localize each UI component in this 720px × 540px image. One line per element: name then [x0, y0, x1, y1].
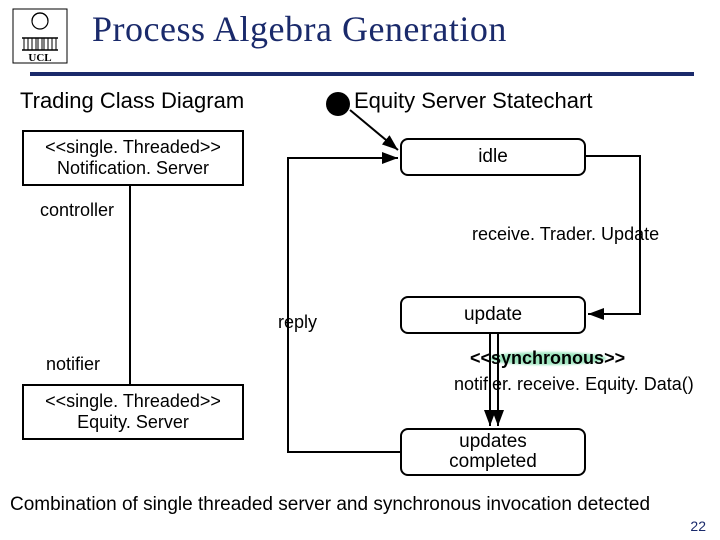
- state-updates-completed: updates completed: [400, 428, 586, 476]
- initial-state-dot: [326, 92, 350, 116]
- class-name: Equity. Server: [77, 412, 189, 433]
- logo-text: UCL: [28, 52, 51, 64]
- right-diagram-title: Equity Server Statechart: [354, 88, 592, 114]
- class-name: Notification. Server: [57, 158, 209, 179]
- title-rule: [30, 72, 694, 76]
- class-equity-server: <<single. Threaded>> Equity. Server: [22, 384, 244, 440]
- transition-receive-trader-update-label: receive. Trader. Update: [472, 224, 659, 245]
- ucl-logo: UCL: [12, 8, 68, 64]
- state-idle: idle: [400, 138, 586, 176]
- sync-call-label: notifier. receive. Equity. Data(): [454, 374, 694, 395]
- footer-text: Combination of single threaded server an…: [0, 494, 720, 516]
- state-update: update: [400, 296, 586, 334]
- stereotype-synchronous: <<synchronous>>: [470, 348, 625, 369]
- class-notification-server: <<single. Threaded>> Notification. Serve…: [22, 130, 244, 186]
- left-diagram-title: Trading Class Diagram: [20, 88, 244, 114]
- page-number: 22: [690, 518, 706, 534]
- transition-reply-label: reply: [278, 312, 317, 333]
- diagram-arrows: [0, 0, 720, 540]
- slide-title: Process Algebra Generation: [92, 8, 507, 50]
- stereotype-single-threaded: single. Threaded: [66, 391, 200, 412]
- assoc-controller-label: controller: [40, 200, 114, 221]
- stereotype-single-threaded: single. Threaded: [66, 137, 200, 158]
- assoc-notifier-label: notifier: [46, 354, 100, 375]
